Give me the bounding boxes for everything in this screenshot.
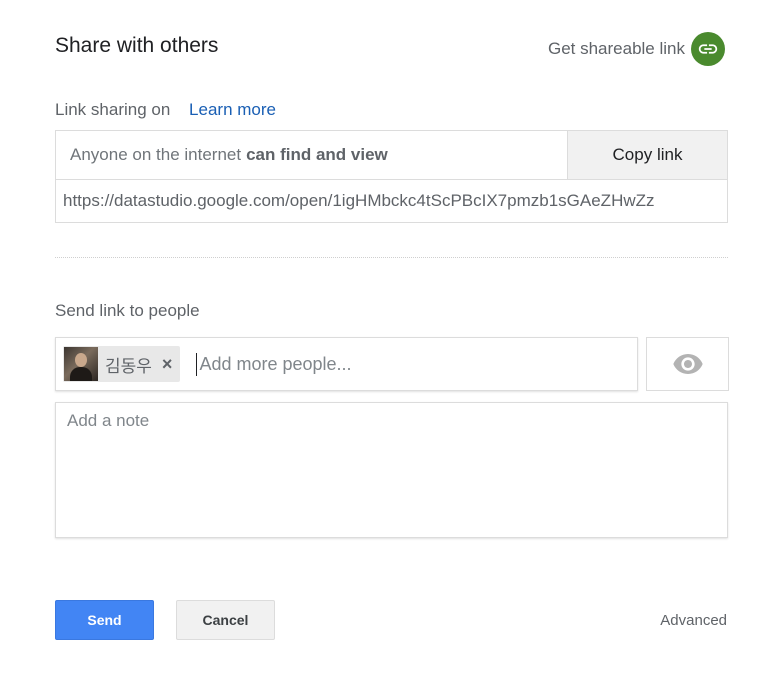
recipient-chip[interactable]: 김동우 × <box>63 346 181 382</box>
access-level: can find and view <box>246 145 388 164</box>
link-access-dropdown[interactable]: Anyone on the internet can find and view <box>55 130 568 180</box>
cancel-button[interactable]: Cancel <box>176 600 275 640</box>
link-sharing-status: Link sharing on Learn more <box>55 100 276 120</box>
eye-icon <box>672 354 703 374</box>
note-textarea[interactable] <box>55 402 728 538</box>
send-section-label: Send link to people <box>55 301 200 320</box>
permission-toggle-button[interactable] <box>646 337 729 391</box>
advanced-link[interactable]: Advanced <box>660 612 727 629</box>
get-shareable-link-button[interactable]: Get shareable link <box>548 32 725 66</box>
share-dialog: Share with others Get shareable link Lin… <box>0 0 771 675</box>
shareable-link-label: Get shareable link <box>547 39 685 58</box>
people-input-field[interactable]: 김동우 × <box>55 337 638 391</box>
send-button[interactable]: Send <box>55 600 154 640</box>
link-icon[interactable] <box>691 32 725 66</box>
copy-link-button[interactable]: Copy link <box>567 130 728 180</box>
share-url-field[interactable]: https://datastudio.google.com/open/1igHM… <box>55 179 728 223</box>
remove-recipient-icon[interactable]: × <box>162 355 173 373</box>
dialog-title: Share with others <box>55 34 219 57</box>
link-sharing-status-text: Link sharing on <box>55 100 171 119</box>
recipient-name: 김동우 <box>105 356 152 377</box>
avatar <box>64 347 98 381</box>
learn-more-link[interactable]: Learn more <box>189 100 276 119</box>
add-people-input[interactable] <box>196 352 562 376</box>
section-divider <box>55 257 728 258</box>
access-prefix: Anyone on the internet <box>70 145 242 164</box>
